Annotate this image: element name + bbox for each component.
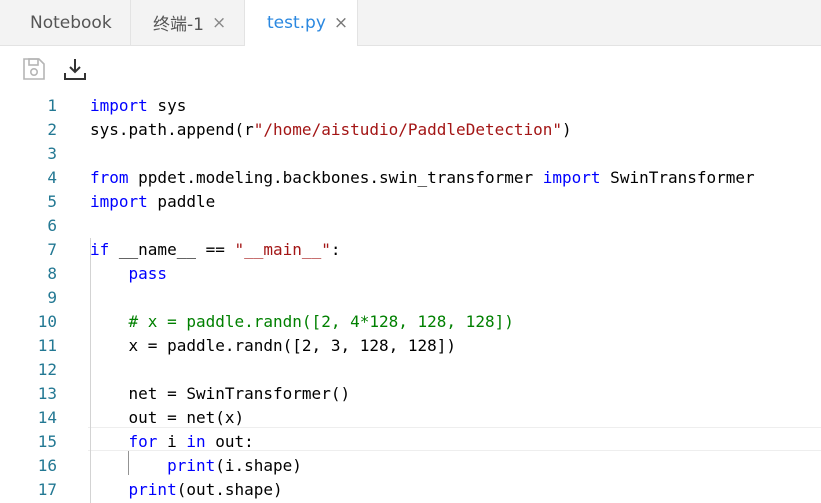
code-text: print(out.shape) [90,478,283,502]
code-text: if __name__ == "__main__": [90,238,340,262]
code-token: (out.shape) [176,480,283,499]
code-line[interactable]: 12 [0,358,821,382]
tab-test-py[interactable]: test.py × [245,0,358,46]
code-token: "/home/aistudio/PaddleDetection" [253,120,563,139]
code-token: from [90,168,129,187]
line-number: 10 [37,312,57,331]
code-line[interactable]: 3 [0,142,821,166]
code-token: for [128,432,158,451]
editor-toolbar [0,46,821,92]
code-token: SwinTransformer [600,168,755,187]
line-number: 5 [47,192,57,211]
tab-bar: Notebook 终端-1 × test.py × [0,0,821,46]
save-icon [23,58,45,80]
code-token: in [186,432,206,451]
line-number: 2 [47,120,57,139]
line-number: 12 [37,360,57,379]
code-text: x = paddle.randn([2, 3, 128, 128]) [90,334,457,358]
line-number: 9 [47,288,57,307]
code-token: if [90,240,110,259]
download-button[interactable] [62,56,88,82]
tab-label: test.py [267,13,326,33]
code-token: i [157,432,187,451]
line-number: 13 [37,384,57,403]
tab-label: Notebook [30,12,112,33]
code-token: out = net(x) [90,408,245,427]
close-icon[interactable]: × [334,13,348,33]
code-token: net = SwinTransformer() [90,384,351,403]
code-token: __name__ == [109,240,235,259]
code-line[interactable]: 10 # x = paddle.randn([2, 4*128, 128, 12… [0,310,821,334]
code-text: net = SwinTransformer() [90,382,351,406]
code-line[interactable]: 5 import paddle [0,190,821,214]
code-token: (i.shape) [215,456,302,475]
code-line[interactable]: 16 print(i.shape) [0,454,821,478]
line-number: 11 [37,336,57,355]
code-token: ppdet.modeling.backbones.swin_transforme… [128,168,543,187]
code-token: print [167,456,216,475]
close-icon[interactable]: × [212,13,226,33]
code-line[interactable]: 11 x = paddle.randn([2, 3, 128, 128]) [0,334,821,358]
code-token: paddle [147,192,216,211]
code-token: print [128,480,177,499]
code-token: sys [147,96,187,115]
code-token: "__main__" [234,240,331,259]
code-token: x = paddle.randn([2, 3, 128, 128]) [90,336,457,355]
code-line[interactable]: 2 sys.path.append(r"/home/aistudio/Paddle… [0,118,821,142]
code-line[interactable]: 4 from ppdet.modeling.backbones.swin_tran… [0,166,821,190]
tab-terminal-1[interactable]: 终端-1 × [131,0,245,45]
code-text: pass [90,262,168,286]
code-text: for i in out: [90,430,254,454]
code-line[interactable]: 15 for i in out: [0,430,821,454]
tab-label: 终端-1 [153,15,204,35]
code-line[interactable]: 13 net = SwinTransformer() [0,382,821,406]
code-token: out: [205,432,254,451]
code-token: # x = paddle.randn([2, 4*128, 128, 128]) [128,312,514,331]
line-number: 1 [47,96,57,115]
code-text: print(i.shape) [90,454,302,478]
code-token: ) [562,120,572,139]
line-number: 15 [37,432,57,451]
line-number: 16 [37,456,57,475]
code-token: : [330,240,341,259]
code-token: sys.path.append(r [90,120,254,139]
code-token: import [542,168,601,187]
code-token: import [90,96,148,115]
code-line[interactable]: 6 [0,214,821,238]
code-text: out = net(x) [90,406,245,430]
code-line[interactable]: 17 print(out.shape) [0,478,821,502]
code-line[interactable]: 8 pass [0,262,821,286]
code-line[interactable]: 1 import sys [0,94,821,118]
code-line[interactable]: 14 out = net(x) [0,406,821,430]
code-line[interactable]: 9 [0,286,821,310]
download-icon [64,59,86,80]
line-number: 14 [37,408,57,427]
code-editor[interactable]: 1 import sys 2 sys.path.append(r"/home/aist… [0,94,821,503]
line-number: 3 [47,144,57,163]
line-number: 8 [47,264,57,283]
code-text: # x = paddle.randn([2, 4*128, 128, 128]) [90,310,514,334]
line-number: 7 [47,240,57,259]
code-token: pass [128,264,168,283]
code-text: from ppdet.modeling.backbones.swin_trans… [90,166,755,190]
code-text: import sys [90,94,186,118]
line-number: 4 [47,168,57,187]
line-number: 6 [47,216,57,235]
code-text: sys.path.append(r"/home/aistudio/PaddleD… [90,118,572,142]
code-text: import paddle [90,190,215,214]
code-line[interactable]: 7 if __name__ == "__main__": [0,238,821,262]
line-number: 17 [37,480,57,499]
code-token: import [90,192,148,211]
tab-notebook[interactable]: Notebook [0,0,131,45]
save-button[interactable] [21,56,47,82]
